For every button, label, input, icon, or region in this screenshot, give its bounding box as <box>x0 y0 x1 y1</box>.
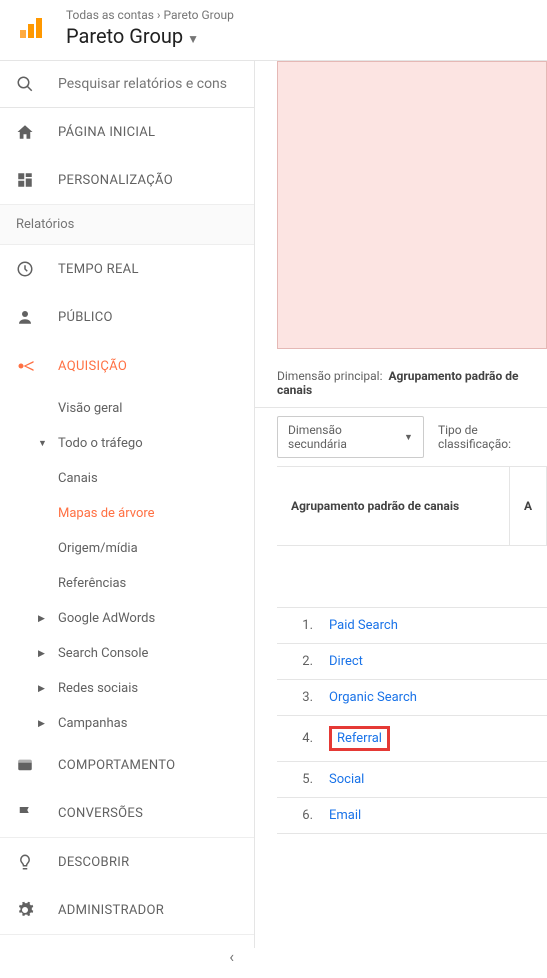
flag-icon <box>16 804 36 822</box>
search-row[interactable] <box>0 61 254 108</box>
subnav-search-console[interactable]: ▶Search Console <box>0 636 254 671</box>
channel-link[interactable]: Social <box>329 772 364 787</box>
subnav-all-traffic[interactable]: ▼ Todo o tráfego <box>0 426 254 461</box>
subnav-overview[interactable]: Visão geral <box>58 391 254 426</box>
acquisition-icon <box>16 356 36 376</box>
subnav-source-medium[interactable]: Origem/mídia <box>58 531 254 566</box>
primary-dimension-row: Dimensão principal: Agrupamento padrão d… <box>255 369 547 407</box>
triangle-down-icon: ▼ <box>38 438 58 449</box>
column-header-channel[interactable]: Agrupamento padrão de canais <box>277 467 510 545</box>
subnav-social[interactable]: ▶Redes sociais <box>0 671 254 706</box>
column-header-acquisition[interactable]: A <box>510 467 547 545</box>
triangle-right-icon: ▶ <box>38 614 58 624</box>
ga-logo-icon <box>16 14 44 42</box>
table-row[interactable]: 3.Organic Search <box>277 680 547 716</box>
subnav-referrals[interactable]: Referências <box>58 566 254 601</box>
subnav-channels[interactable]: Canais <box>58 461 254 496</box>
main-content: Dimensão principal: Agrupamento padrão d… <box>255 61 547 948</box>
subnav-adwords[interactable]: ▶Google AdWords <box>0 601 254 636</box>
channels-table: Agrupamento padrão de canais A 1.Paid Se… <box>277 466 547 834</box>
nav-conversions[interactable]: CONVERSÕES <box>0 789 254 837</box>
sort-type-label: Tipo de classificação: <box>438 423 547 451</box>
channel-link[interactable]: Paid Search <box>329 618 398 633</box>
nav-home[interactable]: PÁGINA INICIAL <box>0 108 254 156</box>
behavior-icon <box>16 756 36 774</box>
triangle-right-icon: ▶ <box>38 719 58 729</box>
person-icon <box>16 308 36 326</box>
nav-admin[interactable]: ADMINISTRADOR <box>0 886 254 934</box>
table-row[interactable]: 6.Email <box>277 798 547 834</box>
chevron-left-icon: ‹ <box>229 947 234 966</box>
breadcrumb-root: Todas as contas <box>66 8 154 22</box>
nav-behavior[interactable]: COMPORTAMENTO <box>0 741 254 789</box>
table-row[interactable]: 2.Direct <box>277 644 547 680</box>
app-header: Todas as contas › Pareto Group Pareto Gr… <box>0 0 547 61</box>
secondary-dimension-dropdown[interactable]: Dimensão secundária▼ <box>277 416 424 458</box>
clock-icon <box>16 260 36 278</box>
triangle-right-icon: ▶ <box>38 649 58 659</box>
sidebar: PÁGINA INICIAL PERSONALIZAÇÃO Relatórios… <box>0 61 255 948</box>
totals-row <box>277 546 547 608</box>
nav-acquisition[interactable]: AQUISIÇÃO <box>0 341 254 391</box>
breadcrumb[interactable]: Todas as contas › Pareto Group <box>66 8 234 22</box>
reports-section-header: Relatórios <box>0 204 254 245</box>
channel-link[interactable]: Organic Search <box>329 690 417 705</box>
breadcrumb-account: Pareto Group <box>164 8 234 22</box>
channel-link[interactable]: Email <box>329 808 361 823</box>
channel-link-referral[interactable]: Referral <box>329 726 390 751</box>
home-icon <box>16 123 36 141</box>
gear-icon <box>16 901 36 919</box>
search-input[interactable] <box>58 76 228 92</box>
caret-down-icon: ▼ <box>187 32 199 46</box>
search-icon <box>16 75 36 93</box>
dashboard-icon <box>16 171 36 189</box>
nav-audience[interactable]: PÚBLICO <box>0 293 254 341</box>
nav-discover[interactable]: DESCOBRIR <box>0 838 254 886</box>
account-selector[interactable]: Pareto Group▼ <box>66 24 234 48</box>
subnav-campaigns[interactable]: ▶Campanhas <box>0 706 254 741</box>
collapse-sidebar-button[interactable]: ‹ <box>0 934 254 978</box>
table-row[interactable]: 1.Paid Search <box>277 608 547 644</box>
triangle-right-icon: ▶ <box>38 684 58 694</box>
treemap-chart[interactable] <box>277 61 547 349</box>
channel-link[interactable]: Direct <box>329 654 363 669</box>
subnav-treemaps[interactable]: Mapas de árvore <box>58 496 254 531</box>
table-row[interactable]: 4.Referral <box>277 716 547 762</box>
nav-realtime[interactable]: TEMPO REAL <box>0 245 254 293</box>
caret-down-icon: ▼ <box>404 432 413 443</box>
nav-customization[interactable]: PERSONALIZAÇÃO <box>0 156 254 204</box>
lightbulb-icon <box>16 853 36 871</box>
table-row[interactable]: 5.Social <box>277 762 547 798</box>
